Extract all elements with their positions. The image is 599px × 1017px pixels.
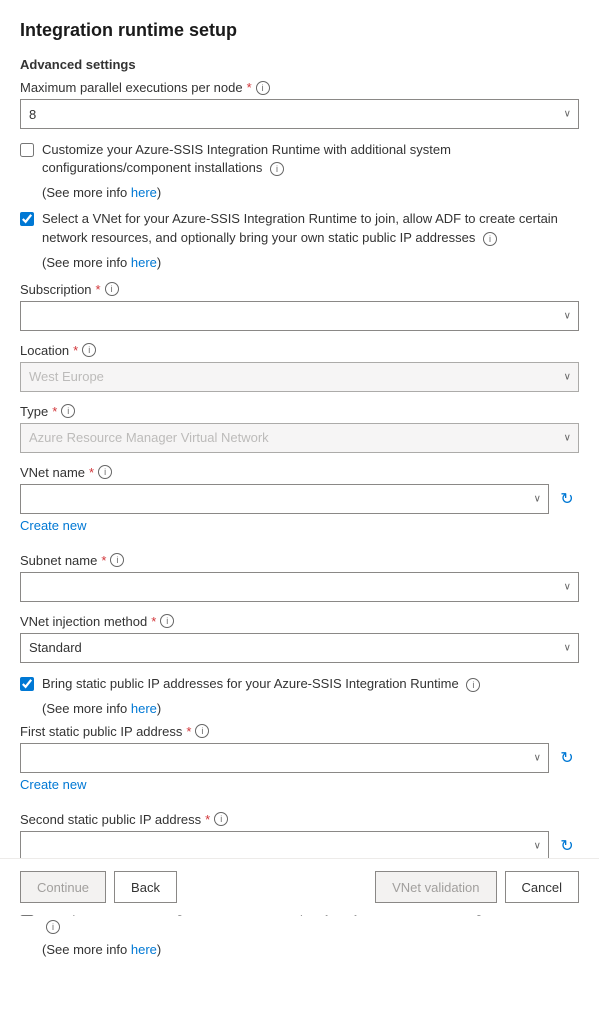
second-static-ip-label: Second static public IP address * i (20, 812, 579, 827)
customize-checkbox-row: Customize your Azure-SSIS Integration Ru… (20, 141, 579, 177)
static-ip-checkbox-row: Bring static public IP addresses for you… (20, 675, 579, 693)
customize-checkbox-content: Customize your Azure-SSIS Integration Ru… (42, 141, 579, 177)
vnet-injection-group: VNet injection method * i Standard Expre… (20, 614, 579, 663)
location-select-wrapper: West Europe ∨ (20, 362, 579, 392)
subscription-group: Subscription * i ∨ (20, 282, 579, 331)
second-static-ip-select-with-refresh: ∨ ↻ (20, 831, 579, 861)
vnet-name-select[interactable] (20, 484, 549, 514)
vnet-here-link[interactable]: here (131, 255, 157, 270)
subnet-name-select[interactable] (20, 572, 579, 602)
max-parallel-select-wrapper: 8 1 2 4 16 ∨ (20, 99, 579, 129)
static-ip-info-icon[interactable]: i (466, 678, 480, 692)
vnet-injection-select-wrapper: Standard Express ∨ (20, 633, 579, 663)
first-static-ip-select-with-refresh: ∨ ↻ (20, 743, 579, 773)
self-hosted-info-icon[interactable]: i (46, 920, 60, 934)
vnet-name-label: VNet name * i (20, 465, 579, 480)
vnet-injection-info-icon[interactable]: i (160, 614, 174, 628)
subscription-required: * (96, 282, 101, 297)
max-parallel-required: * (247, 80, 252, 95)
second-static-ip-refresh-button[interactable]: ↻ (555, 831, 579, 861)
back-button[interactable]: Back (114, 871, 177, 903)
first-static-ip-refresh-button[interactable]: ↻ (555, 743, 579, 773)
static-ip-here-link[interactable]: here (131, 701, 157, 716)
second-static-ip-required: * (205, 812, 210, 827)
max-parallel-select[interactable]: 8 1 2 4 16 (20, 99, 579, 129)
continue-button[interactable]: Continue (20, 871, 106, 903)
vnet-name-select-wrapper: ∨ (20, 484, 549, 514)
first-static-ip-info-icon[interactable]: i (195, 724, 209, 738)
vnet-name-required: * (89, 465, 94, 480)
vnet-name-refresh-button[interactable]: ↻ (555, 484, 579, 514)
customize-here-link[interactable]: here (131, 185, 157, 200)
vnet-validation-button[interactable]: VNet validation (375, 871, 496, 903)
customize-see-more: (See more info here) (42, 185, 579, 200)
type-required: * (52, 404, 57, 419)
subnet-name-select-wrapper: ∨ (20, 572, 579, 602)
subnet-name-group: Subnet name * i ∨ (20, 553, 579, 602)
subnet-name-label: Subnet name * i (20, 553, 579, 568)
type-info-icon[interactable]: i (61, 404, 75, 418)
vnet-name-select-with-refresh: ∨ ↻ (20, 484, 579, 514)
location-group: Location * i West Europe ∨ (20, 343, 579, 392)
max-parallel-group: Maximum parallel executions per node * i… (20, 80, 579, 129)
page-title: Integration runtime setup (20, 20, 579, 41)
subscription-select[interactable] (20, 301, 579, 331)
location-label: Location * i (20, 343, 579, 358)
vnet-name-info-icon[interactable]: i (98, 465, 112, 479)
customize-info-icon[interactable]: i (270, 162, 284, 176)
second-static-ip-info-icon[interactable]: i (214, 812, 228, 826)
subscription-info-icon[interactable]: i (105, 282, 119, 296)
footer: Continue Back VNet validation Cancel (0, 858, 599, 915)
subnet-name-required: * (101, 553, 106, 568)
second-static-ip-select-wrapper: ∨ (20, 831, 549, 861)
first-static-ip-select-wrapper: ∨ (20, 743, 549, 773)
vnet-see-more: (See more info here) (42, 255, 579, 270)
first-static-ip-select[interactable] (20, 743, 549, 773)
cancel-button[interactable]: Cancel (505, 871, 579, 903)
location-info-icon[interactable]: i (82, 343, 96, 357)
section-advanced-settings: Advanced settings (20, 57, 579, 72)
second-static-ip-select[interactable] (20, 831, 549, 861)
vnet-checkbox-row: Select a VNet for your Azure-SSIS Integr… (20, 210, 579, 246)
vnet-name-group: VNet name * i ∨ ↻ Create new (20, 465, 579, 541)
type-label: Type * i (20, 404, 579, 419)
customize-checkbox[interactable] (20, 143, 34, 157)
vnet-checkbox-content: Select a VNet for your Azure-SSIS Integr… (42, 210, 579, 246)
self-hosted-see-more: (See more info here) (42, 942, 579, 957)
first-static-ip-required: * (186, 724, 191, 739)
vnet-name-create-new[interactable]: Create new (20, 518, 86, 533)
first-static-ip-create-new[interactable]: Create new (20, 777, 86, 792)
type-select-wrapper: Azure Resource Manager Virtual Network ∨ (20, 423, 579, 453)
max-parallel-info-icon[interactable]: i (256, 81, 270, 95)
vnet-injection-required: * (151, 614, 156, 629)
type-select[interactable]: Azure Resource Manager Virtual Network (20, 423, 579, 453)
vnet-checkbox[interactable] (20, 212, 34, 226)
self-hosted-here-link[interactable]: here (131, 942, 157, 957)
location-select[interactable]: West Europe (20, 362, 579, 392)
vnet-injection-label: VNet injection method * i (20, 614, 579, 629)
static-ip-see-more: (See more info here) (42, 701, 579, 716)
subnet-name-info-icon[interactable]: i (110, 553, 124, 567)
static-ip-checkbox-content: Bring static public IP addresses for you… (42, 675, 480, 693)
location-required: * (73, 343, 78, 358)
max-parallel-label: Maximum parallel executions per node * i (20, 80, 579, 95)
static-ip-checkbox[interactable] (20, 677, 34, 691)
vnet-injection-select[interactable]: Standard Express (20, 633, 579, 663)
vnet-info-icon[interactable]: i (483, 232, 497, 246)
first-static-ip-label: First static public IP address * i (20, 724, 579, 739)
type-group: Type * i Azure Resource Manager Virtual … (20, 404, 579, 453)
first-static-ip-group: First static public IP address * i ∨ ↻ C… (20, 724, 579, 800)
subscription-label: Subscription * i (20, 282, 579, 297)
subscription-select-wrapper: ∨ (20, 301, 579, 331)
